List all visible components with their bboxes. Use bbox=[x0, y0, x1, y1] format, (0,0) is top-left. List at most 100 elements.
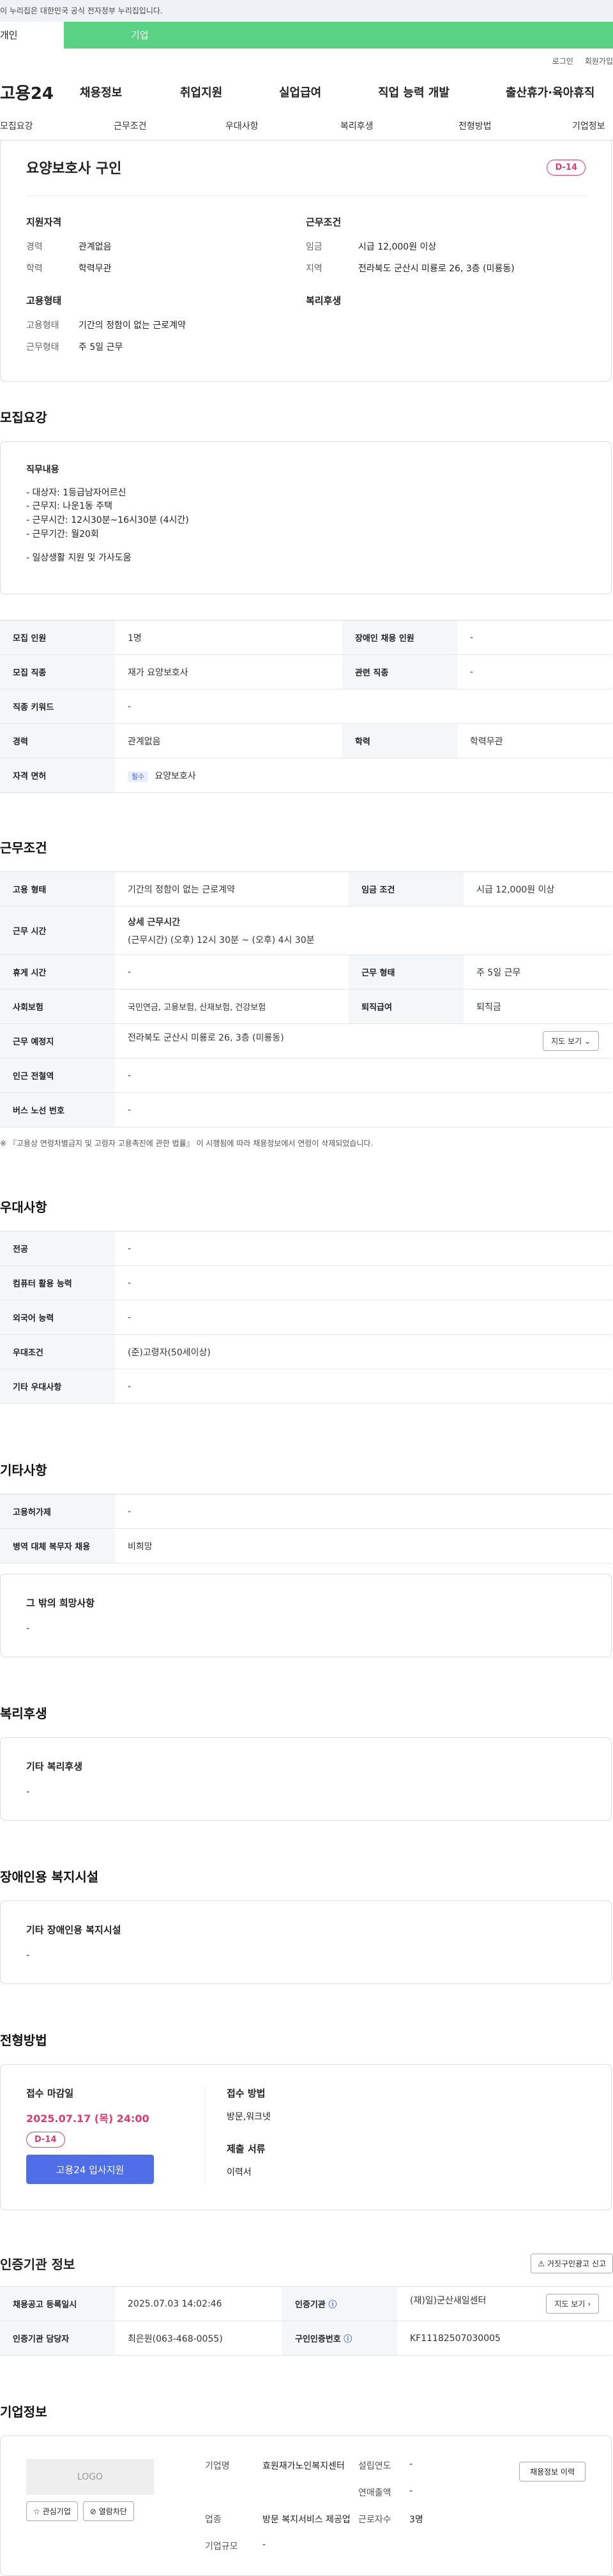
duty-line: - 근무지: 나운1동 주택 bbox=[26, 501, 113, 512]
org-label: 인증기관 bbox=[294, 2300, 326, 2310]
org-value: (재)일)군산새일센터 bbox=[409, 2296, 487, 2307]
table-row: 버스 노선 번호 - bbox=[0, 1092, 612, 1128]
tab-business[interactable]: 기업 bbox=[64, 22, 211, 49]
wish-box: 그 밖의 희망사항 - bbox=[0, 1574, 612, 1658]
company-title: 기업정보 bbox=[0, 2404, 47, 2420]
alert-icon: ⚠ bbox=[538, 2259, 545, 2269]
block-button[interactable]: ⊘ 열람차단 bbox=[82, 2501, 134, 2522]
process-deadline: 접수 마감일 2025.07.17 (목) 24:00 D-14 고용24 입사… bbox=[26, 2086, 205, 2185]
welfare-title: 복리후생 bbox=[0, 1706, 47, 1722]
process-method: 접수 방법 방문,워크넷 제출 서류 이력서 bbox=[205, 2086, 271, 2184]
util-bar: 로그인 회원가입 bbox=[0, 49, 613, 73]
gov-banner: 이 누리집은 대한민국 공식 전자정부 누리집입니다. bbox=[0, 0, 613, 22]
work-table: 고용 형태 기간의 정함이 없는 근로계약 임금 조건 시급 12,000원 이상 근… bbox=[0, 871, 612, 1128]
report-button[interactable]: ⚠ 거짓구인광고 신고 bbox=[531, 2254, 613, 2274]
method-heading: 접수 방법 bbox=[227, 2088, 266, 2100]
cert-table: 채용공고 등록일시 2025.07.03 14:02:46 인증기관 ⓘ (재)일)군… bbox=[0, 2286, 612, 2356]
other-title: 기타사항 bbox=[0, 1463, 47, 1479]
nav-item-training[interactable]: 직업 능력 개발 bbox=[378, 84, 506, 100]
subnav-process[interactable]: 전형방법 bbox=[458, 119, 572, 132]
welfare-sub-heading: 기타 복리후생 bbox=[26, 1761, 83, 1773]
table-row: 병역 대체 복무자 채용 비희망 bbox=[0, 1528, 612, 1564]
nav-item-leave[interactable]: 출산휴가·육아휴직 bbox=[506, 84, 594, 100]
recruit-title: 모집요강 bbox=[0, 410, 47, 425]
signup-link[interactable]: 회원가입 bbox=[585, 56, 613, 66]
duty-spacer bbox=[26, 541, 586, 552]
deadline-value: 2025.07.17 (목) 24:00 bbox=[26, 2113, 149, 2125]
info-icon[interactable]: ⓘ bbox=[328, 2300, 337, 2310]
duty-line: - 근무기간: 월20회 bbox=[26, 529, 99, 539]
work-title: 근무조건 bbox=[0, 840, 47, 856]
favorite-button[interactable]: ☆ 관심기업 bbox=[26, 2501, 78, 2522]
subnav-company[interactable]: 기업정보 bbox=[572, 119, 605, 132]
summary-wage: 임금 시급 12,000원 이상 bbox=[306, 242, 437, 252]
tab-personal[interactable]: 개인 bbox=[0, 22, 64, 49]
company-box: LOGO ☆ 관심기업 ⊘ 열람차단 기업명 효원재가노인복지센터 설립연도 -… bbox=[0, 2436, 612, 2576]
disabled-value: - bbox=[26, 1950, 30, 1961]
summary-right: 근무조건 임금 시급 12,000원 이상 지역 전라북도 군산시 미룡로 26, … bbox=[306, 215, 586, 362]
block-icon: ⊘ bbox=[89, 2507, 96, 2517]
required-badge: 필수 bbox=[128, 771, 149, 782]
pref-title: 우대사항 bbox=[0, 1200, 47, 1216]
company-details: 기업명 효원재가노인복지센터 설립연도 - 연매출액 - 업종 방문 복지서비스… bbox=[205, 2459, 423, 2552]
time-detail-heading: 상세 근무시간 bbox=[128, 917, 181, 928]
table-row: 근무 시간 상세 근무시간 (근무시간) (오후) 12시 30분 ~ (오후) 4… bbox=[0, 906, 612, 956]
site-logo[interactable]: 고용24 bbox=[0, 80, 80, 104]
welfare-box: 기타 복리후생 - bbox=[0, 1737, 612, 1821]
welfare-heading: 복리후생 bbox=[306, 295, 342, 306]
duty-line: - 대상자: 1등급남자어르신 bbox=[26, 487, 126, 498]
process-box: 접수 마감일 2025.07.17 (목) 24:00 D-14 고용24 입사… bbox=[0, 2064, 612, 2211]
top-tabs: 개인 기업 bbox=[0, 22, 613, 49]
table-row: 우대조건 (준)고령자(50세이상) bbox=[0, 1334, 612, 1370]
subnav-welfare[interactable]: 복리후생 bbox=[340, 119, 458, 132]
table-row: 채용공고 등록일시 2025.07.03 14:02:46 인증기관 ⓘ (재)일)군… bbox=[0, 2286, 612, 2322]
dday-badge: D-14 bbox=[26, 2132, 65, 2148]
company-logo: LOGO bbox=[26, 2459, 154, 2496]
subnav-work[interactable]: 근무조건 bbox=[114, 119, 225, 132]
map-button[interactable]: 지도 보기 › bbox=[546, 2294, 599, 2314]
nav-item-jobs[interactable]: 채용정보 bbox=[80, 84, 180, 100]
map-button[interactable]: 지도 보기 ⌄ bbox=[543, 1031, 599, 1051]
chevron-right-icon: › bbox=[587, 2300, 591, 2309]
summary-grid: 지원자격 경력 관계없음 학력 학력무관 고용형태 고용형태 기간의 정함이 없는 근… bbox=[26, 196, 586, 362]
table-row: 인근 전철역 - bbox=[0, 1058, 612, 1094]
certno-label: 구인인증번호 bbox=[294, 2335, 341, 2345]
company-industry: 방문 복지서비스 제공업 bbox=[262, 2515, 351, 2526]
emp-heading: 고용형태 bbox=[26, 295, 62, 306]
info-icon[interactable]: ⓘ bbox=[344, 2335, 352, 2344]
chevron-down-icon: ⌄ bbox=[584, 1037, 591, 1046]
job-title-row: 요양보호사 구인 D-14 bbox=[26, 157, 586, 196]
table-row: 외국어 능력 - bbox=[0, 1300, 612, 1336]
table-row: 고용 형태 기간의 정함이 없는 근로계약 임금 조건 시급 12,000원 이상 bbox=[0, 871, 612, 907]
duty-heading: 직무내용 bbox=[26, 465, 59, 475]
duty-box: 직무내용 - 대상자: 1등급남자어르신 - 근무지: 나운1동 주택 - 근무… bbox=[0, 441, 612, 595]
table-row: 인증기관 담당자 최은원(063-468-0055) 구인인증번호 ⓘ KF11182… bbox=[0, 2321, 612, 2356]
table-row: 휴게 시간 - 근무 형태 주 5일 근무 bbox=[0, 954, 612, 990]
qual-heading: 지원자격 bbox=[26, 216, 62, 228]
main-nav: 고용24 채용정보 취업지원 실업급여 직업 능력 개발 출산휴가·육아휴직 bbox=[0, 73, 613, 111]
other-table: 고용허가제 - 병역 대체 복무자 채용 비희망 bbox=[0, 1494, 612, 1564]
license-value: 요양보호사 bbox=[155, 771, 196, 781]
company-actions: ☆ 관심기업 ⊘ 열람차단 bbox=[26, 2501, 154, 2522]
dday-badge: D-14 bbox=[547, 159, 586, 176]
nav-item-unemployment[interactable]: 실업급여 bbox=[279, 84, 378, 100]
history-button[interactable]: 채용정보 이력 bbox=[518, 2462, 586, 2482]
nav-item-employment-support[interactable]: 취업지원 bbox=[180, 84, 279, 100]
duty-line: - 근무시간: 12시30분~16시30분 (4시간) bbox=[26, 515, 189, 526]
subnav-recruit[interactable]: 모집요강 bbox=[0, 119, 114, 132]
table-row: 기타 우대사항 - bbox=[0, 1369, 612, 1405]
summary-career: 경력 관계없음 bbox=[26, 242, 112, 252]
disabled-box: 기타 장애인용 복지시설 - bbox=[0, 1901, 612, 1985]
login-link[interactable]: 로그인 bbox=[552, 56, 573, 66]
job-title: 요양보호사 구인 bbox=[26, 161, 122, 177]
recruit-table: 모집 인원 1명 장애인 채용 인원 - 모집 직종 재가 요양보호사 관련 직종 - 직종… bbox=[0, 620, 612, 794]
table-row: 직종 키워드 - bbox=[0, 689, 612, 725]
table-row: 모집 인원 1명 장애인 채용 인원 - bbox=[0, 620, 612, 656]
company-logo-col: LOGO ☆ 관심기업 ⊘ 열람차단 bbox=[26, 2459, 154, 2552]
summary-edu: 학력 학력무관 bbox=[26, 264, 112, 274]
apply-button[interactable]: 고용24 입사지원 bbox=[26, 2155, 154, 2185]
age-note: ※ 『고용상 연령차별금지 및 고령자 고용촉진에 관한 법률』 이 시행됨에 … bbox=[0, 1139, 374, 1149]
summary-region: 지역 전라북도 군산시 미룡로 26, 3층 (미룡동) bbox=[306, 264, 515, 274]
subnav-pref[interactable]: 우대사항 bbox=[225, 119, 340, 132]
star-icon: ☆ bbox=[33, 2507, 40, 2517]
